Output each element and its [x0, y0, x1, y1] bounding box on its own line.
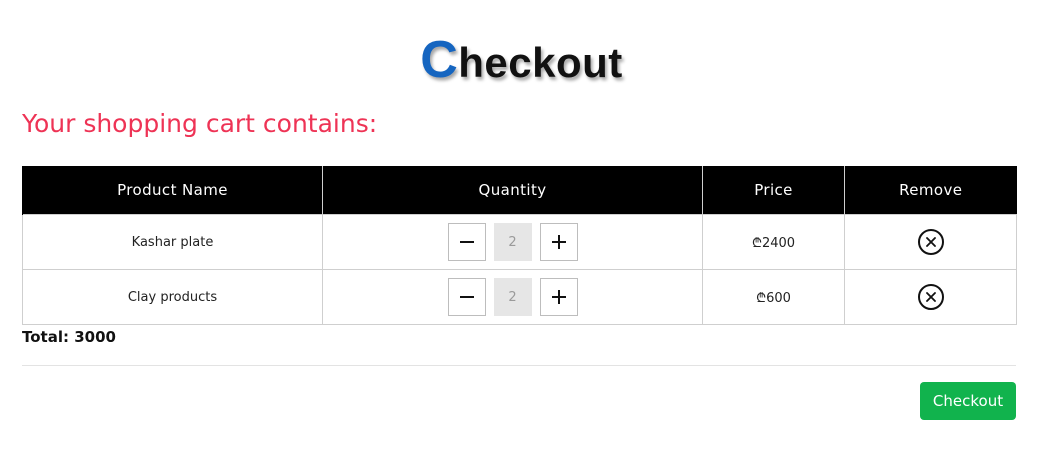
- remove-circle-x-icon: [925, 292, 936, 302]
- product-name: Kashar plate: [22, 214, 323, 270]
- cart-table: Product Name Quantity Price Remove Kasha…: [22, 166, 1017, 325]
- price: ₾2400: [702, 214, 845, 270]
- remove-cell: [844, 269, 1017, 325]
- increment-button[interactable]: [539, 278, 578, 316]
- quantity-field[interactable]: [493, 223, 532, 261]
- remove-cell: [844, 214, 1017, 270]
- product-name: Clay products: [22, 269, 323, 325]
- quantity-stepper: [322, 214, 703, 270]
- column-header-quantity: Quantity: [322, 166, 703, 215]
- page-title-initial: C: [420, 31, 459, 90]
- remove-circle-x-icon: [925, 237, 936, 247]
- remove-button[interactable]: [917, 284, 944, 310]
- cart-table-header-row: Product Name Quantity Price Remove: [22, 166, 1017, 215]
- checkout-button[interactable]: Checkout: [920, 382, 1016, 420]
- column-header-price: Price: [702, 166, 845, 215]
- divider: [22, 365, 1016, 366]
- remove-button[interactable]: [917, 229, 944, 255]
- plus-icon: [551, 235, 566, 249]
- minus-icon: [459, 296, 474, 298]
- column-header-remove: Remove: [844, 166, 1017, 215]
- table-row: Clay products ₾600: [22, 269, 1017, 325]
- decrement-button[interactable]: [447, 278, 486, 316]
- quantity-field[interactable]: [493, 278, 532, 316]
- column-header-product-name: Product Name: [22, 166, 323, 215]
- cart-total: Total: 3000: [22, 328, 116, 346]
- cart-heading: Your shopping cart contains:: [22, 109, 378, 138]
- table-row: Kashar plate ₾2400: [22, 214, 1017, 270]
- price: ₾600: [702, 269, 845, 325]
- page-title: Checkout: [0, 32, 1043, 91]
- minus-icon: [459, 241, 474, 243]
- decrement-button[interactable]: [447, 223, 486, 261]
- quantity-stepper: [322, 269, 703, 325]
- plus-icon: [551, 290, 566, 304]
- page-title-rest: heckout: [458, 39, 623, 87]
- increment-button[interactable]: [539, 223, 578, 261]
